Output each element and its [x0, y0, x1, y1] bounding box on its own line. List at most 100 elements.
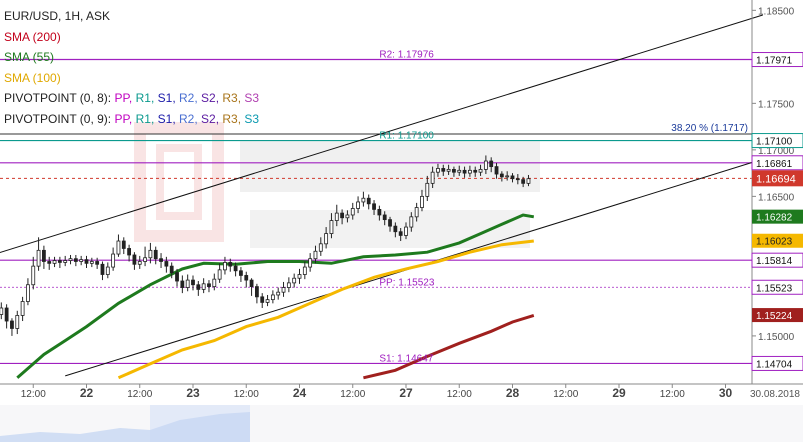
- candle-body: [111, 253, 116, 268]
- candle-body: [127, 248, 131, 256]
- candle-body: [185, 279, 190, 288]
- candle-body: [15, 315, 20, 329]
- legend-s1: S1,: [157, 111, 176, 126]
- y-tick-label: 1.17500: [758, 99, 795, 110]
- sma200-tag-text: 1.15224: [756, 311, 793, 322]
- pivot-level-label: PP: 1.15523: [379, 277, 434, 288]
- candle-body: [143, 257, 147, 262]
- candle-body: [414, 207, 419, 218]
- candle-body: [207, 283, 211, 288]
- candle-body: [324, 233, 329, 245]
- candle-body: [526, 178, 531, 184]
- x-tick-label: 12:00: [21, 389, 46, 400]
- price-tag-text: 1.17971: [756, 56, 793, 67]
- navigator-strip[interactable]: [0, 405, 803, 442]
- candle-body: [137, 261, 142, 265]
- x-tick-label: 30: [719, 386, 733, 400]
- pivot-level-label: R1: 1.17100: [379, 131, 434, 142]
- legend-r2: R2,: [179, 111, 198, 126]
- candle-body: [270, 294, 275, 301]
- candle-body: [84, 259, 89, 264]
- candle-body: [191, 279, 195, 286]
- candle-body: [121, 240, 126, 249]
- candle-body: [425, 182, 430, 197]
- legend-instrument: EUR/USD, 1H, ASK: [4, 9, 111, 23]
- candle-body: [329, 220, 334, 234]
- legend-r3: R3,: [222, 91, 242, 105]
- legend-pp: PP,: [114, 111, 133, 126]
- candle-body: [436, 168, 440, 173]
- candle-body: [382, 214, 387, 221]
- legend-s3: S3: [244, 91, 260, 105]
- candle-body: [249, 279, 254, 288]
- dukascopy-watermark: [134, 122, 540, 248]
- legend-s1: S1,: [157, 91, 176, 105]
- candle-body: [164, 261, 169, 267]
- candle-body: [73, 258, 78, 262]
- candle-body: [340, 212, 345, 219]
- candle-body: [473, 169, 478, 173]
- legend-s2: S2,: [201, 91, 220, 105]
- sma200-tag: 1.15224: [752, 308, 803, 323]
- current-price-tag-text: 1.16694: [756, 173, 796, 185]
- sma55-tag-text: 1.16282: [756, 213, 793, 224]
- y-tick-label: 1.18500: [758, 6, 795, 17]
- candle-body: [499, 173, 504, 178]
- chart-legend: EUR/USD, 1H, ASK SMA (200) SMA (55) SMA …: [4, 6, 259, 129]
- candle-body: [26, 284, 30, 302]
- legend-pivot-8[interactable]: PIVOTPOINT (0, 8): PP, R1, S1, R2, S2, R…: [4, 88, 259, 109]
- candle-body: [409, 216, 414, 228]
- price-tag-text: 1.16861: [756, 159, 793, 170]
- candle-body: [377, 208, 382, 216]
- x-tick-label: 12:00: [340, 389, 365, 400]
- candle-body: [217, 269, 222, 280]
- candle-body: [366, 197, 371, 205]
- x-tick-label: 28: [506, 386, 520, 400]
- candle-body: [132, 254, 137, 265]
- candle-body: [196, 284, 201, 290]
- candle-body: [47, 261, 52, 264]
- candle-body: [515, 178, 520, 181]
- candle-body: [68, 258, 73, 261]
- candle-body: [494, 166, 499, 175]
- candle-body: [153, 249, 158, 260]
- price-tag-text: 1.15814: [756, 256, 793, 267]
- x-tick-label: 12:00: [234, 389, 259, 400]
- candle-body: [441, 168, 446, 172]
- candle-body: [372, 203, 376, 210]
- legend-sma55[interactable]: SMA (55): [4, 47, 259, 68]
- legend-pivot-9[interactable]: PIVOTPOINT (0, 9): PP, R1, S1, R2, S2, R…: [4, 109, 259, 130]
- y-tick-label: 1.16500: [758, 192, 795, 203]
- candle-body: [95, 261, 100, 265]
- candle-body: [4, 307, 9, 322]
- candle-body: [302, 266, 307, 275]
- x-tick-label: 27: [399, 386, 413, 400]
- candle-body: [356, 201, 360, 209]
- candle-body: [260, 296, 265, 303]
- candle-body: [254, 286, 259, 298]
- sma100-tag-text: 1.16023: [756, 237, 793, 248]
- candle-body: [350, 208, 355, 216]
- candle-body: [505, 175, 510, 178]
- pivot-level-label: S1: 1.14647: [379, 353, 433, 364]
- price-tag-text: 1.15523: [756, 283, 793, 294]
- legend-pp: PP,: [114, 91, 133, 105]
- chart-root: R2: 1.17976 R1: 1.17100 PP: 1.15523 S1: 1.1…: [0, 0, 803, 442]
- candle-body: [180, 280, 185, 288]
- legend-r3: R3,: [222, 111, 242, 126]
- candle-body: [467, 169, 472, 174]
- candle-body: [148, 249, 153, 259]
- candle-body: [393, 225, 398, 233]
- legend-sma100[interactable]: SMA (100): [4, 68, 259, 89]
- price-tag: 1.15523: [751, 279, 803, 295]
- candle-body: [345, 214, 350, 219]
- candle-body: [398, 231, 403, 236]
- candle-body: [201, 283, 206, 290]
- candle-body: [212, 278, 217, 288]
- candle-body: [100, 263, 105, 275]
- candle-body: [521, 179, 526, 184]
- candle-body: [57, 260, 62, 263]
- candle-body: [286, 282, 291, 288]
- legend-sma200[interactable]: SMA (200): [4, 27, 259, 48]
- candle-body: [239, 270, 243, 276]
